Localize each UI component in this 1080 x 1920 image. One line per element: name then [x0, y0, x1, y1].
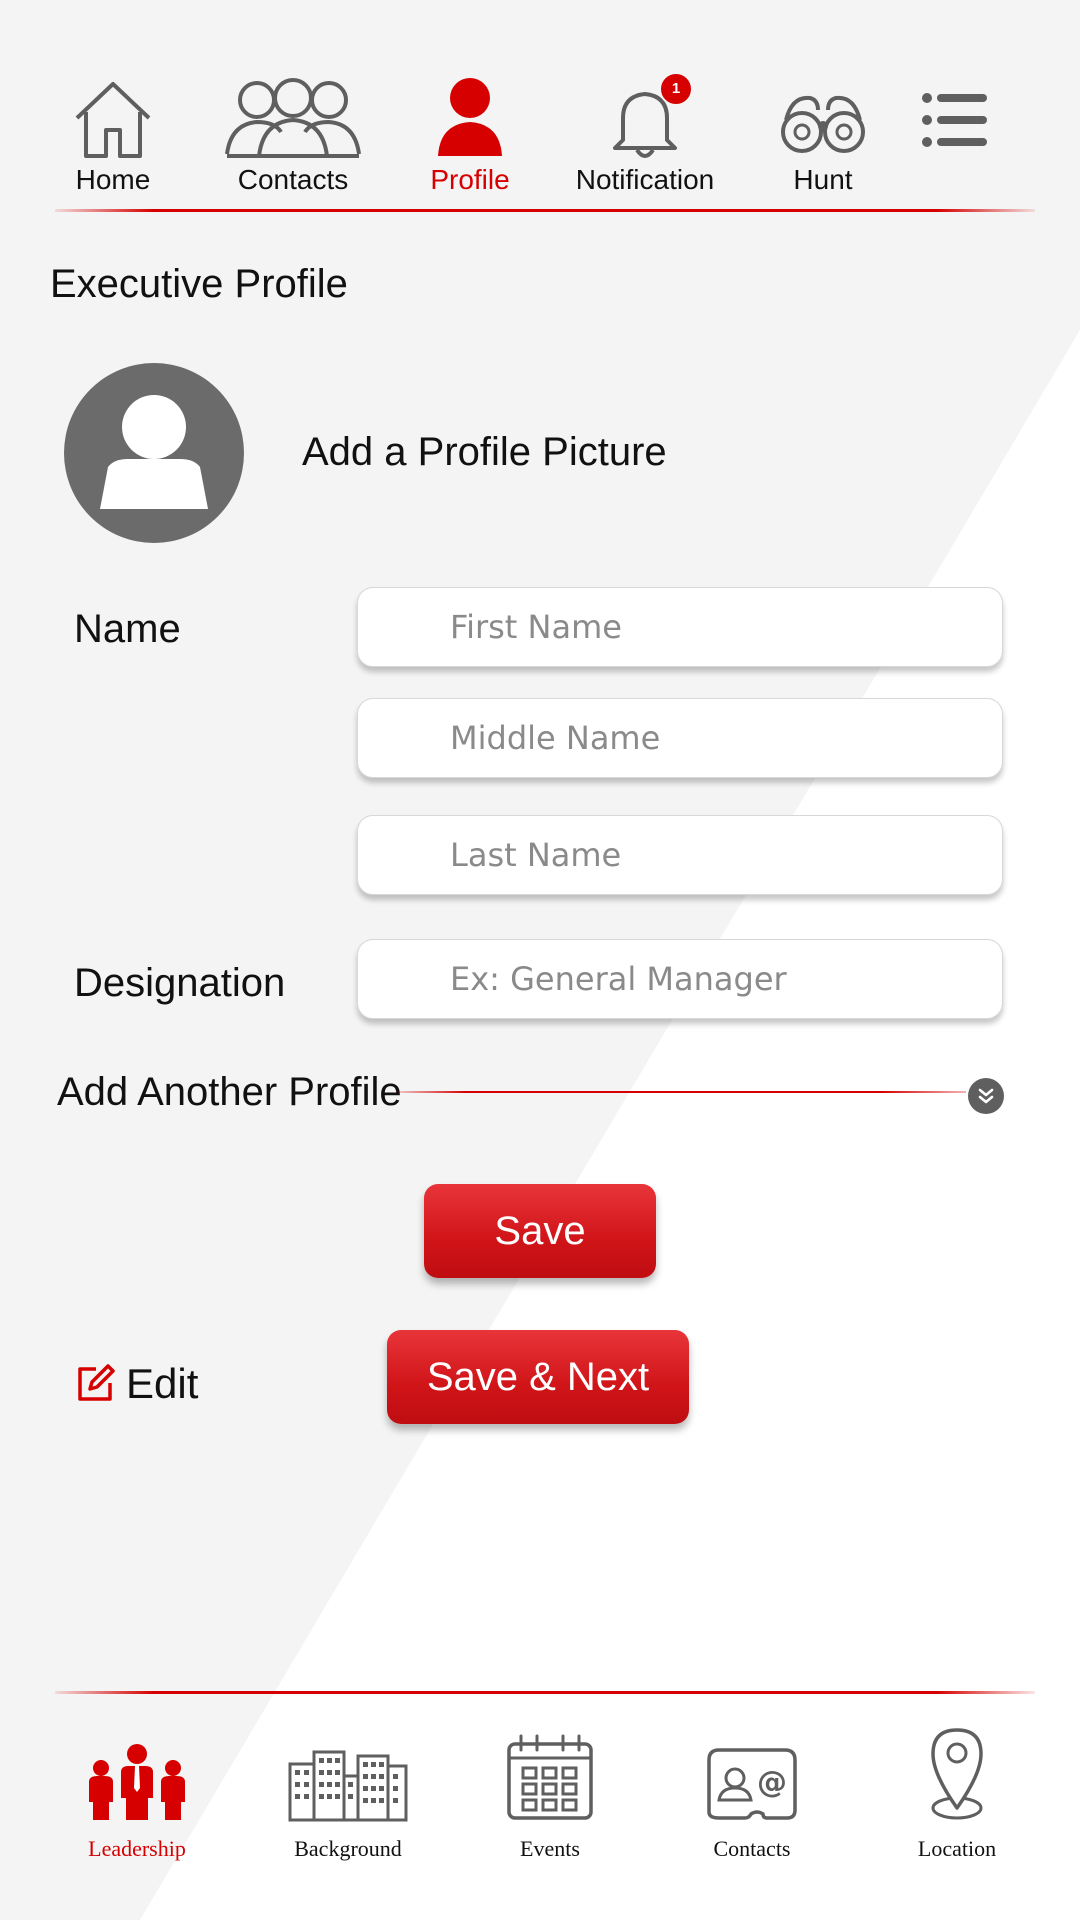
nav-profile[interactable]: Profile [390, 60, 550, 196]
profile-picture-avatar[interactable] [64, 363, 244, 543]
add-profile-picture-link[interactable]: Add a Profile Picture [302, 430, 667, 475]
nav-contacts-label: Contacts [237, 164, 349, 195]
contact-card-icon: @ [707, 1748, 797, 1820]
bottom-divider [55, 1691, 1035, 1694]
buildings-icon [288, 1750, 408, 1822]
nav-menu[interactable] [875, 60, 1035, 150]
nav-home-label: Home [75, 164, 151, 195]
nav-notification[interactable]: 1 Notification [565, 60, 725, 196]
top-navigation: Home Contacts Profile 1 Notification Hun… [0, 60, 1080, 200]
designation-label: Designation [74, 961, 286, 1005]
bottom-nav-leadership-label: Leadership [88, 1836, 186, 1861]
bottom-nav-location[interactable]: Location [872, 1722, 1042, 1862]
save-button[interactable]: Save [424, 1184, 656, 1278]
nav-contacts[interactable]: Contacts [213, 60, 373, 196]
add-another-divider [398, 1091, 966, 1093]
calendar-icon [507, 1734, 593, 1820]
bottom-nav-location-label: Location [917, 1836, 997, 1861]
leadership-icon [89, 1744, 185, 1820]
expand-add-profile-button[interactable] [968, 1078, 1004, 1114]
nav-profile-label: Profile [430, 164, 510, 195]
bottom-nav-events[interactable]: Events [465, 1722, 635, 1862]
top-divider [55, 209, 1035, 212]
bottom-nav-background[interactable]: Background [263, 1722, 433, 1862]
name-label: Name [74, 607, 181, 651]
edit-label: Edit [126, 1360, 199, 1407]
bottom-nav-background-label: Background [294, 1836, 402, 1861]
bottom-nav-leadership[interactable]: Leadership [52, 1722, 222, 1862]
edit-icon [78, 1364, 115, 1401]
first-name-input[interactable] [357, 587, 1003, 667]
home-icon [75, 82, 151, 158]
edit-button[interactable]: Edit [74, 1360, 198, 1408]
location-pin-icon [931, 1728, 983, 1820]
notification-badge: 1 [659, 72, 693, 106]
nav-hunt-label: Hunt [793, 164, 853, 195]
nav-home[interactable]: Home [33, 60, 193, 196]
svg-text:@: @ [757, 1765, 787, 1800]
bottom-nav-contacts[interactable]: @ Contacts [667, 1722, 837, 1862]
contacts-icon [225, 78, 361, 158]
save-and-next-button[interactable]: Save & Next [387, 1330, 689, 1424]
page-title: Executive Profile [50, 262, 348, 306]
last-name-input[interactable] [357, 815, 1003, 895]
profile-icon [438, 78, 502, 156]
binoculars-icon [781, 95, 865, 153]
nav-notification-label: Notification [575, 164, 715, 195]
avatar-placeholder-icon [100, 395, 208, 509]
double-chevron-down-icon [978, 1088, 994, 1104]
menu-icon [922, 93, 987, 147]
designation-input[interactable] [357, 939, 1003, 1019]
add-another-profile-label: Add Another Profile [57, 1070, 402, 1114]
middle-name-input[interactable] [357, 698, 1003, 778]
bottom-nav-events-label: Events [520, 1836, 580, 1861]
bottom-nav-contacts-label: Contacts [713, 1836, 791, 1861]
